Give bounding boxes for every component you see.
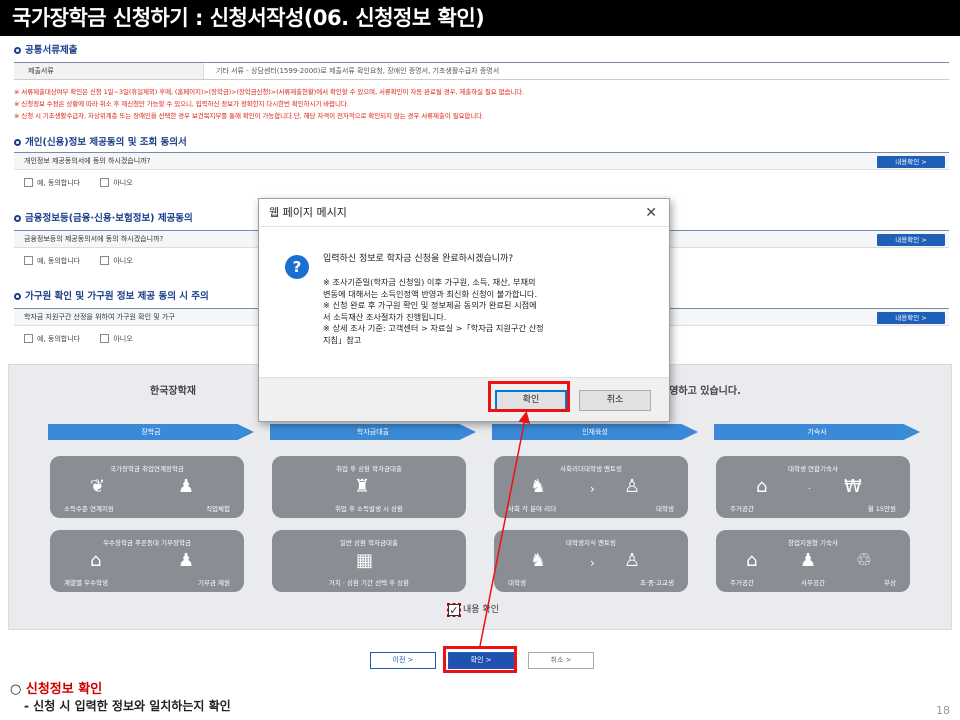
annotation-arrow (479, 411, 531, 647)
